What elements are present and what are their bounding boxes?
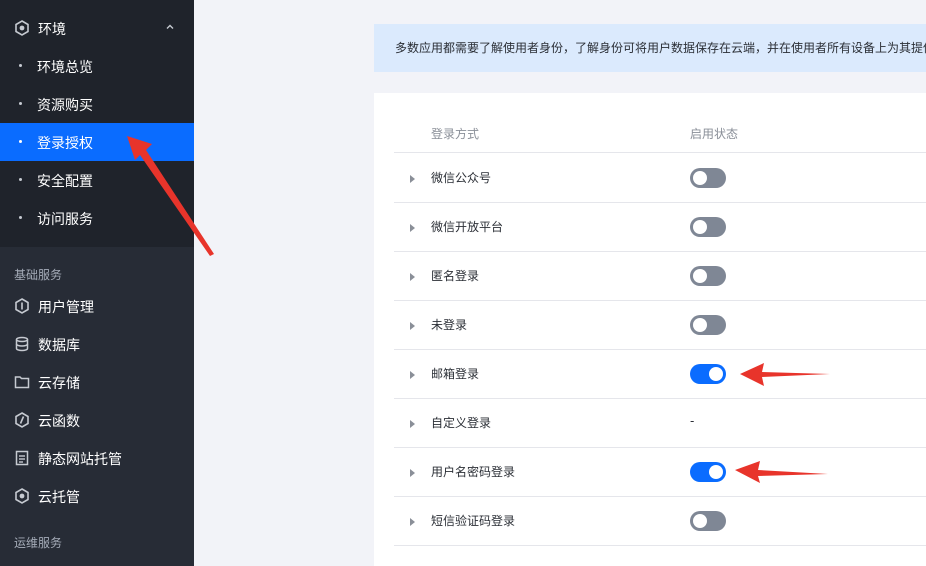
- sidebar: 环境 环境总览 资源购买 登录授权 安全配置 访问服务 基础服务 用户管理 数据…: [0, 0, 194, 566]
- info-banner: 多数应用都需要了解使用者身份，了解身份可将用户数据保存在云端，并在使用者所有设备…: [374, 24, 926, 72]
- row-label: 短信验证码登录: [431, 514, 516, 528]
- toggle-knob: [693, 514, 707, 528]
- table-row[interactable]: 邮箱登录: [394, 350, 926, 399]
- table-row[interactable]: 匿名登录: [394, 252, 926, 301]
- sidebar-item-label: 云函数: [38, 414, 80, 430]
- caret-right-icon[interactable]: [410, 420, 415, 428]
- toggle-username-password[interactable]: [690, 462, 726, 482]
- sidebar-item-label: 安全配置: [37, 174, 93, 190]
- table-row[interactable]: 用户名密码登录: [394, 448, 926, 497]
- toggle-email[interactable]: [690, 364, 726, 384]
- bullet-dot: [19, 178, 22, 181]
- toggle-knob: [693, 269, 707, 283]
- sidebar-item-cloud-storage[interactable]: 云存储: [0, 363, 194, 401]
- toggle-not-logged-in[interactable]: [690, 315, 726, 335]
- sidebar-item-static-hosting[interactable]: 静态网站托管: [0, 439, 194, 477]
- table-header: 登录方式 启用状态: [394, 113, 926, 153]
- row-label: 用户名密码登录: [431, 465, 516, 479]
- section-title-ops-services: 运维服务: [14, 536, 63, 550]
- bullet-dot: [19, 216, 22, 219]
- sidebar-item-label: 资源购买: [37, 98, 93, 114]
- sidebar-item-user-management[interactable]: 用户管理: [0, 287, 194, 325]
- row-label: 邮箱登录: [431, 367, 480, 381]
- sidebar-item-label: 云托管: [38, 490, 80, 506]
- folder-icon: [14, 376, 30, 389]
- document-icon: [15, 450, 29, 466]
- env-group-header[interactable]: 环境: [0, 8, 194, 48]
- main-content: 多数应用都需要了解使用者身份，了解身份可将用户数据保存在云端，并在使用者所有设备…: [194, 0, 926, 566]
- caret-right-icon[interactable]: [410, 469, 415, 477]
- database-icon: [15, 336, 29, 352]
- sidebar-item-cloud-hosting[interactable]: 云托管: [0, 477, 194, 515]
- sidebar-item-resource-purchase[interactable]: 资源购买: [0, 85, 194, 123]
- caret-right-icon[interactable]: [410, 224, 415, 232]
- caret-right-icon[interactable]: [410, 518, 415, 526]
- sidebar-item-label: 登录授权: [37, 136, 93, 152]
- sidebar-item-label: 环境总览: [37, 60, 93, 76]
- table-row[interactable]: 微信公众号: [394, 154, 926, 203]
- sidebar-item-label: 云存储: [38, 376, 80, 392]
- bullet-dot: [19, 64, 22, 67]
- caret-right-icon[interactable]: [410, 371, 415, 379]
- user-hexagon-icon: [15, 298, 29, 314]
- sidebar-item-database[interactable]: 数据库: [0, 325, 194, 363]
- status-placeholder: -: [690, 414, 695, 428]
- info-banner-text: 多数应用都需要了解使用者身份，了解身份可将用户数据保存在云端，并在使用者所有设备…: [395, 41, 926, 55]
- sidebar-item-access-service[interactable]: 访问服务: [0, 199, 194, 237]
- row-label: 微信开放平台: [431, 220, 504, 234]
- hexagon-icon: [15, 20, 29, 36]
- hexagon-dot-icon: [15, 488, 29, 504]
- sidebar-item-login-auth[interactable]: 登录授权: [0, 123, 194, 161]
- toggle-knob: [693, 171, 707, 185]
- sidebar-item-security-config[interactable]: 安全配置: [0, 161, 194, 199]
- sidebar-item-label: 静态网站托管: [38, 452, 122, 468]
- sidebar-item-label: 用户管理: [38, 300, 94, 316]
- column-header-status: 启用状态: [690, 127, 739, 141]
- toggle-knob: [709, 367, 723, 381]
- table-row[interactable]: 未登录: [394, 301, 926, 350]
- toggle-knob: [693, 318, 707, 332]
- row-label: 未登录: [431, 318, 468, 332]
- function-icon: [15, 412, 29, 428]
- bullet-dot: [19, 140, 22, 143]
- table-row[interactable]: 自定义登录 -: [394, 399, 926, 448]
- toggle-wechat-open[interactable]: [690, 217, 726, 237]
- toggle-sms-code[interactable]: [690, 511, 726, 531]
- section-title-basic-services: 基础服务: [14, 268, 63, 282]
- caret-right-icon[interactable]: [410, 175, 415, 183]
- env-menu-block: 环境 环境总览 资源购买 登录授权 安全配置 访问服务: [0, 0, 194, 247]
- sidebar-item-env-overview[interactable]: 环境总览: [0, 47, 194, 85]
- login-methods-card: 登录方式 启用状态 微信公众号 微信开放平台 匿名登录 未登录 邮箱登录 自定义…: [374, 93, 926, 566]
- row-label: 匿名登录: [431, 269, 480, 283]
- toggle-wechat-official[interactable]: [690, 168, 726, 188]
- bullet-dot: [19, 102, 22, 105]
- sidebar-item-label: 数据库: [38, 338, 80, 354]
- toggle-knob: [693, 220, 707, 234]
- table-row[interactable]: 微信开放平台: [394, 203, 926, 252]
- sidebar-item-cloud-function[interactable]: 云函数: [0, 401, 194, 439]
- sidebar-item-label: 访问服务: [37, 212, 93, 228]
- chevron-up-icon[interactable]: [164, 21, 176, 33]
- column-header-method: 登录方式: [431, 127, 480, 141]
- row-label: 自定义登录: [431, 416, 492, 430]
- caret-right-icon[interactable]: [410, 322, 415, 330]
- caret-right-icon[interactable]: [410, 273, 415, 281]
- env-group-label: 环境: [38, 22, 66, 38]
- row-label: 微信公众号: [431, 171, 492, 185]
- toggle-knob: [709, 465, 723, 479]
- toggle-anonymous[interactable]: [690, 266, 726, 286]
- table-row[interactable]: 短信验证码登录: [394, 497, 926, 546]
